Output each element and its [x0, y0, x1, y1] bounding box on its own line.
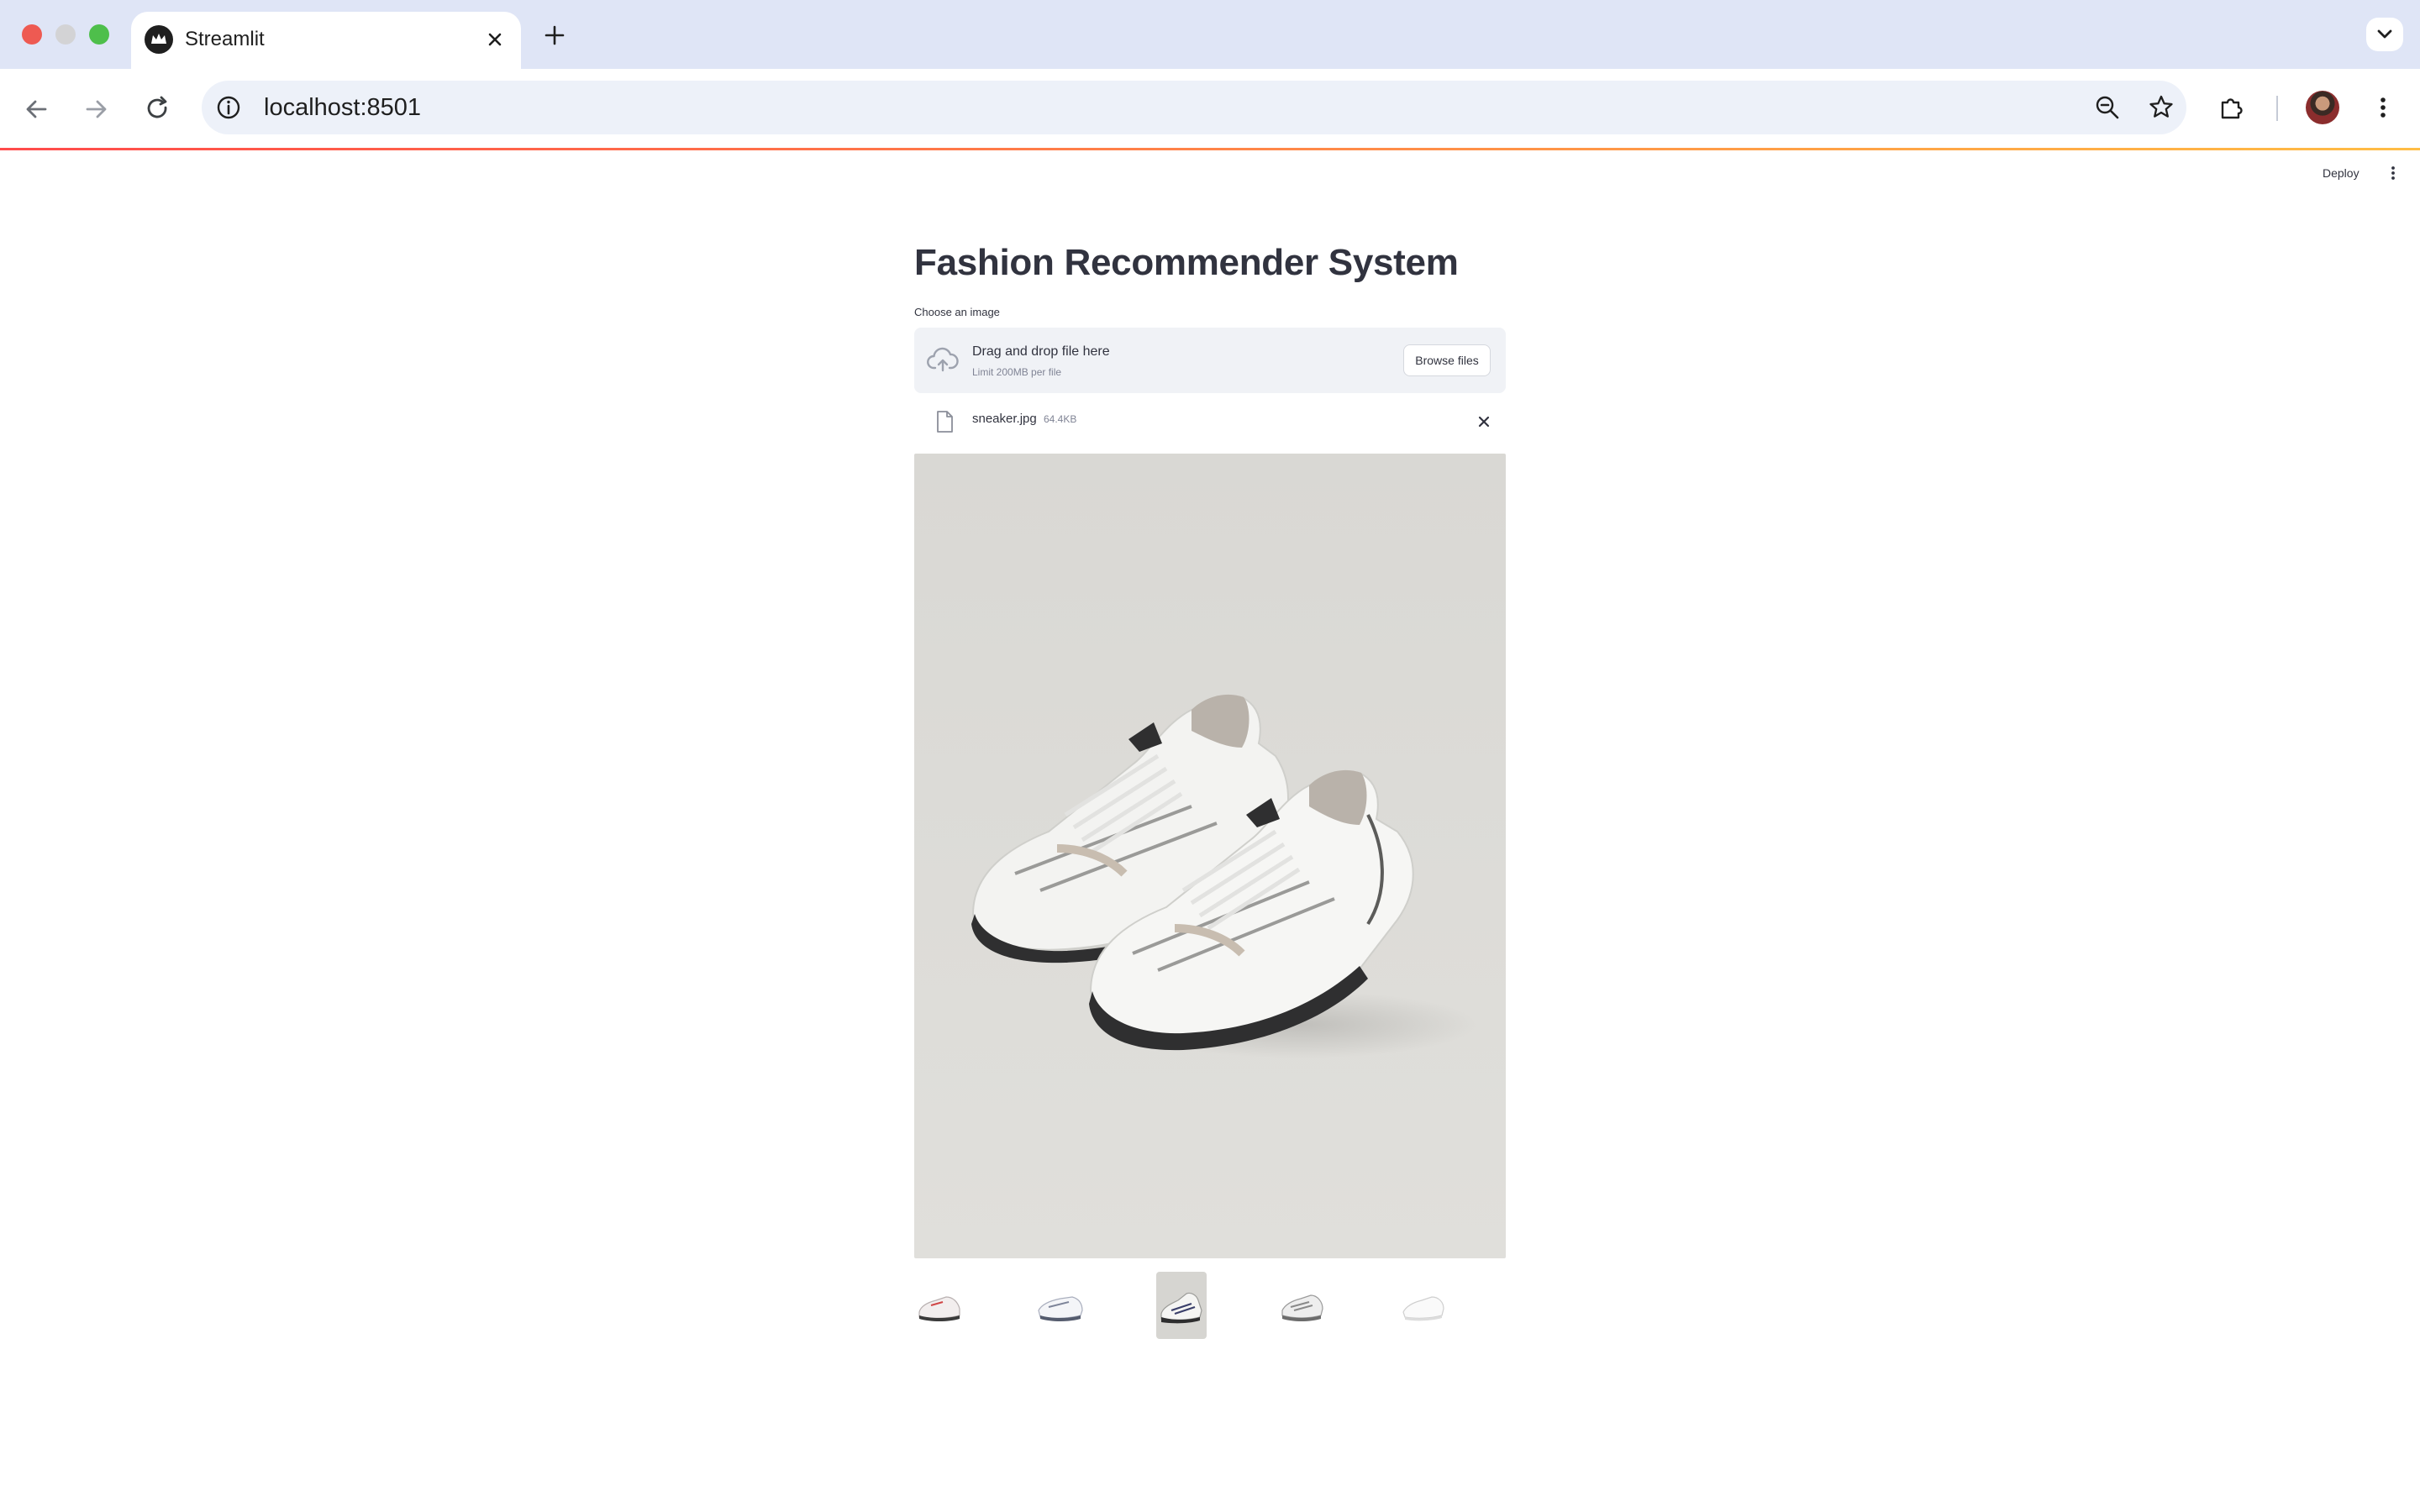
- dropzone-instructions: Drag and drop file here: [972, 344, 1110, 359]
- forward-arrow-icon[interactable]: [76, 89, 116, 129]
- uploaded-file-row: sneaker.jpg 64.4KB: [914, 405, 1506, 438]
- app-menu-icon[interactable]: [2383, 161, 2403, 185]
- new-tab-icon[interactable]: [538, 18, 571, 52]
- file-dropzone[interactable]: Drag and drop file here Limit 200MB per …: [914, 328, 1506, 393]
- recommendation-thumbnail-4: [1277, 1272, 1328, 1339]
- sneaker-thumbnail-icon: [1038, 1296, 1083, 1321]
- sneaker-pair-illustration: [971, 694, 1477, 1058]
- url-text: localhost:8501: [264, 94, 422, 121]
- page-title: Fashion Recommender System: [914, 242, 1459, 283]
- recommendation-thumbnail-5: [1398, 1272, 1449, 1339]
- browser-toolbar: localhost:8501: [0, 69, 2420, 148]
- recommendation-thumbnail-3: [1156, 1272, 1207, 1339]
- sneaker-thumbnail-icon: [1160, 1292, 1202, 1324]
- sneaker-thumbnail-icon: [1402, 1296, 1444, 1321]
- close-tab-icon[interactable]: [481, 25, 509, 54]
- uploader-label: Choose an image: [914, 306, 1000, 318]
- recommendation-thumbnail-2: [1035, 1272, 1086, 1339]
- toolbar-divider: [2276, 96, 2278, 121]
- zoom-out-icon[interactable]: [2092, 92, 2123, 123]
- uploaded-file-size: 64.4KB: [1044, 413, 1077, 425]
- bookmark-star-icon[interactable]: [2146, 92, 2176, 123]
- delete-file-icon[interactable]: [1476, 413, 1492, 430]
- tab-title: Streamlit: [185, 28, 265, 50]
- sneaker-thumbnail-icon: [1281, 1294, 1323, 1321]
- browser-tab-bar: Streamlit: [0, 0, 2420, 69]
- browser-menu-icon[interactable]: [2368, 92, 2398, 123]
- profile-avatar[interactable]: [2306, 91, 2339, 124]
- maximize-window-button[interactable]: [89, 24, 109, 45]
- back-arrow-icon[interactable]: [17, 89, 57, 129]
- deploy-button[interactable]: Deploy: [2323, 161, 2360, 185]
- reload-icon[interactable]: [138, 89, 178, 129]
- recommendation-thumbnail-1: [914, 1272, 965, 1339]
- site-info-icon[interactable]: [213, 92, 244, 123]
- extensions-puzzle-icon[interactable]: [2217, 92, 2247, 123]
- dropzone-limit: Limit 200MB per file: [972, 366, 1062, 378]
- uploaded-image-preview: [914, 454, 1506, 1258]
- close-window-button[interactable]: [22, 24, 42, 45]
- browse-files-button[interactable]: Browse files: [1403, 344, 1491, 376]
- browser-tab-streamlit[interactable]: Streamlit: [131, 12, 521, 69]
- tab-search-button[interactable]: [2366, 18, 2403, 51]
- file-icon: [934, 410, 955, 433]
- address-bar[interactable]: localhost:8501: [202, 81, 2186, 134]
- streamlit-header-decoration: [0, 148, 2420, 150]
- sneaker-thumbnail-icon: [918, 1296, 960, 1321]
- streamlit-favicon-icon: [145, 25, 173, 54]
- uploaded-file-name: sneaker.jpg: [972, 412, 1037, 426]
- cloud-upload-icon: [926, 344, 960, 376]
- minimize-window-button[interactable]: [55, 24, 76, 45]
